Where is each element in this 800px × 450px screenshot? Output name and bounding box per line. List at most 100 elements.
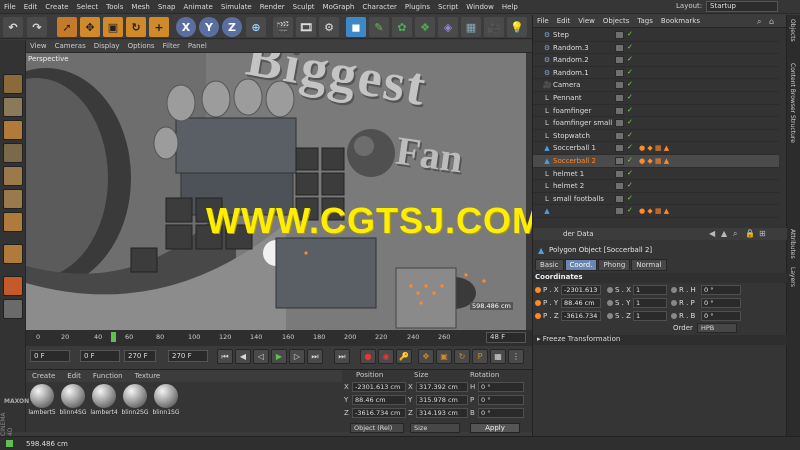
apply-button[interactable]: Apply — [470, 423, 520, 433]
animation-key-dot-icon[interactable] — [607, 287, 613, 293]
visibility-check-icon[interactable]: ✓ — [627, 143, 633, 151]
visibility-check-icon[interactable]: ✓ — [627, 106, 633, 114]
light-icon[interactable]: 💡 — [507, 17, 527, 37]
viewport-menu-panel[interactable]: Panel — [184, 42, 211, 50]
visibility-check-icon[interactable]: ✓ — [627, 181, 633, 189]
attr-rotation-field[interactable]: 0 ° — [701, 285, 741, 295]
undo-icon[interactable]: ↶ — [3, 17, 23, 37]
end-frame-field[interactable]: 270 F — [124, 350, 156, 362]
object-menu-view[interactable]: View — [574, 17, 599, 25]
menu-item-plugins[interactable]: Plugins — [401, 3, 434, 11]
lock-icon[interactable]: 🔒 — [745, 229, 755, 238]
key-position-icon[interactable]: ✥ — [418, 349, 434, 364]
layer-flag-icon[interactable] — [615, 194, 624, 203]
object-row[interactable]: L Stopwatch ✓ — [533, 130, 779, 143]
go-to-start-icon[interactable]: ⏮ — [217, 349, 233, 364]
layer-flag-icon[interactable] — [615, 68, 624, 77]
object-row[interactable]: L Pennant ✓ — [533, 92, 779, 105]
animation-key-dot-icon[interactable] — [607, 300, 613, 306]
move-icon[interactable]: ✥ — [80, 17, 100, 37]
key-rotation-icon[interactable]: ↻ — [454, 349, 470, 364]
options-icon[interactable]: ⊞ — [759, 229, 766, 238]
menu-item-tools[interactable]: Tools — [102, 3, 127, 11]
layer-flag-icon[interactable] — [615, 119, 624, 128]
play-icon[interactable]: ▶ — [271, 349, 287, 364]
menu-item-script[interactable]: Script — [434, 3, 462, 11]
coord-size-field[interactable]: 317.392 cm — [416, 382, 468, 392]
menu-item-file[interactable]: File — [0, 3, 20, 11]
attr-position-field[interactable]: -2301.613 — [561, 285, 601, 295]
menu-item-edit[interactable]: Edit — [20, 3, 42, 11]
object-row[interactable]: 🎥 Camera ✓ — [533, 79, 779, 92]
object-row[interactable]: ⚙ Step ✓ — [533, 29, 779, 42]
coord-position-field[interactable]: 88.46 cm — [352, 395, 406, 405]
visibility-check-icon[interactable]: ✓ — [627, 55, 633, 63]
attr-scale-field[interactable]: 1 — [633, 298, 667, 308]
material-item[interactable]: lambert5 — [28, 384, 56, 416]
tab-phong[interactable]: Phong — [598, 259, 631, 271]
coord-size-field[interactable]: 314.193 cm — [416, 408, 468, 418]
search-icon[interactable]: ⌕ — [733, 229, 737, 239]
object-row[interactable]: Lfoamfinger small ✓ — [533, 117, 779, 130]
up-arrow-icon[interactable]: ▲ — [721, 229, 727, 238]
object-menu-objects[interactable]: Objects — [599, 17, 633, 25]
points-mode-icon[interactable] — [3, 166, 23, 186]
side-tab-layers[interactable]: Layers — [789, 267, 796, 287]
record-icon[interactable]: ● — [360, 349, 376, 364]
next-frame-icon[interactable]: ▷ — [289, 349, 305, 364]
animation-key-dot-icon[interactable] — [671, 287, 677, 293]
camera-icon[interactable]: 🎥 — [484, 17, 504, 37]
animation-key-dot-icon[interactable] — [607, 313, 613, 319]
key-param-icon[interactable]: P — [472, 349, 488, 364]
menu-item-help[interactable]: Help — [498, 3, 522, 11]
edges-mode-icon[interactable] — [3, 189, 23, 209]
animation-key-dot-icon[interactable] — [671, 300, 677, 306]
scale-icon[interactable]: ▣ — [103, 17, 123, 37]
rotate-icon[interactable]: ↻ — [126, 17, 146, 37]
object-row[interactable]: Lhelmet 2 ✓ — [533, 180, 779, 193]
object-row[interactable]: Lsmall footballs ✓ — [533, 193, 779, 206]
timeline-options-icon[interactable]: ⋮ — [508, 349, 524, 364]
menu-item-simulate[interactable]: Simulate — [217, 3, 256, 11]
layer-flag-icon[interactable] — [615, 157, 624, 165]
size-mode-select[interactable]: Size — [410, 423, 460, 433]
menu-item-select[interactable]: Select — [73, 3, 103, 11]
layer-flag-icon[interactable] — [615, 131, 624, 140]
layer-flag-icon[interactable] — [615, 94, 624, 102]
menu-item-animate[interactable]: Animate — [179, 3, 216, 11]
object-menu-bookmarks[interactable]: Bookmarks — [657, 17, 704, 25]
coord-rotation-field[interactable]: 0 ° — [478, 395, 524, 405]
menu-item-mesh[interactable]: Mesh — [127, 3, 153, 11]
floor-icon[interactable]: ▦ — [461, 17, 481, 37]
key-pla-icon[interactable]: ▦ — [490, 349, 506, 364]
layer-flag-icon[interactable] — [615, 31, 624, 39]
order-select[interactable]: HPB — [697, 323, 737, 333]
side-tab-attributes[interactable]: Attributes — [789, 229, 796, 259]
current-frame-marker[interactable] — [111, 332, 116, 342]
layer-flag-icon[interactable] — [615, 169, 624, 178]
coord-position-field[interactable]: -2301.613 cm — [352, 382, 406, 392]
redo-icon[interactable]: ↷ — [27, 17, 47, 37]
deformer-icon[interactable]: ◈ — [438, 17, 458, 37]
visibility-check-icon[interactable]: ✓ — [627, 93, 633, 101]
lock-workplane-icon[interactable] — [3, 299, 23, 319]
render-picture-viewer-icon[interactable]: 🎞 — [296, 17, 316, 37]
snap-icon[interactable] — [3, 276, 23, 296]
viewport-menu-view[interactable]: View — [26, 42, 51, 50]
object-row[interactable]: ▲ Soccerball 1 ✓ ● ◆ ▦ ▲ — [533, 142, 779, 155]
menu-item-render[interactable]: Render — [256, 3, 289, 11]
attr-rotation-field[interactable]: 0 ° — [701, 311, 741, 321]
object-menu-tags[interactable]: Tags — [633, 17, 657, 25]
material-item[interactable]: blinn2SG — [121, 384, 149, 416]
object-menu-edit[interactable]: Edit — [553, 17, 575, 25]
layer-flag-icon[interactable] — [615, 207, 624, 216]
viewport-menu-options[interactable]: Options — [124, 42, 159, 50]
current-frame-field[interactable]: 0 F — [80, 350, 120, 362]
material-menu-function[interactable]: Function — [87, 372, 129, 380]
visibility-check-icon[interactable]: ✓ — [627, 118, 633, 126]
cube-icon[interactable]: ◼ — [346, 17, 366, 37]
back-arrow-icon[interactable]: ◀ — [709, 229, 715, 238]
menu-item-window[interactable]: Window — [462, 3, 498, 11]
polygons-mode-icon[interactable] — [3, 212, 23, 232]
viewport-menu-filter[interactable]: Filter — [159, 42, 184, 50]
